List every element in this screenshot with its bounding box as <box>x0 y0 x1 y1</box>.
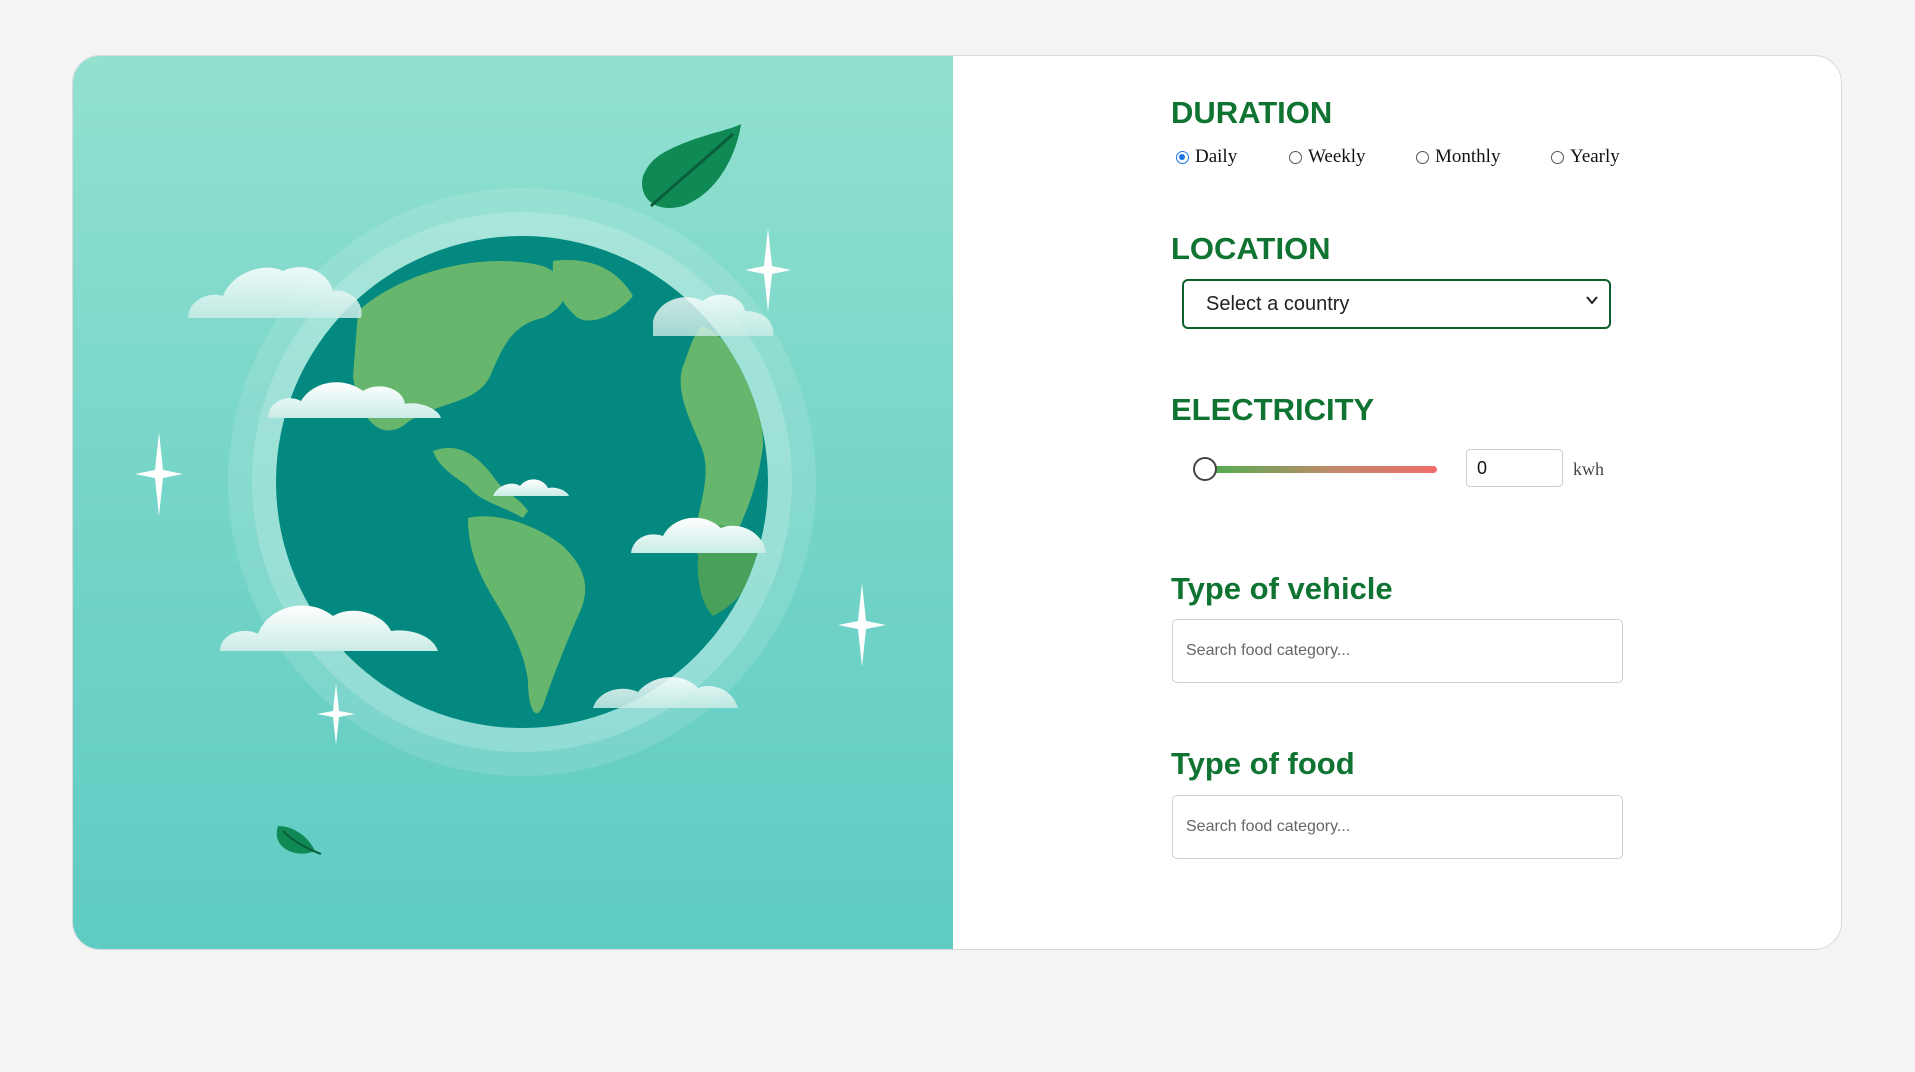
earth-illustration-panel <box>73 56 953 949</box>
electricity-value-input[interactable]: 0 <box>1466 449 1563 487</box>
radio-yearly-circle[interactable] <box>1551 150 1564 164</box>
radio-yearly[interactable]: Yearly <box>1551 146 1620 168</box>
radio-monthly-circle[interactable] <box>1416 150 1429 164</box>
electricity-unit: kwh <box>1573 459 1604 479</box>
electricity-slider-thumb[interactable] <box>1193 457 1217 481</box>
country-select[interactable]: Select a country <box>1182 279 1611 329</box>
radio-weekly-circle[interactable] <box>1289 150 1302 164</box>
food-title: Type of food <box>1171 746 1355 781</box>
electricity-slider[interactable] <box>1193 457 1445 481</box>
radio-daily-label: Daily <box>1195 146 1238 167</box>
vehicle-title: Type of vehicle <box>1171 571 1393 606</box>
earth-illustration <box>135 124 886 855</box>
radio-monthly-label: Monthly <box>1435 146 1501 167</box>
electricity-slider-track <box>1205 466 1437 473</box>
radio-weekly-label: Weekly <box>1308 146 1366 167</box>
location-title: LOCATION <box>1171 231 1331 266</box>
vehicle-search-input[interactable] <box>1172 619 1623 683</box>
chevron-down-icon <box>1586 296 1598 305</box>
radio-yearly-label: Yearly <box>1570 146 1620 167</box>
duration-title: DURATION <box>1171 95 1333 130</box>
country-select-value: Select a country <box>1206 292 1350 315</box>
radio-weekly[interactable]: Weekly <box>1289 146 1366 168</box>
electricity-title: ELECTRICITY <box>1171 392 1375 427</box>
radio-daily-circle[interactable] <box>1176 150 1189 164</box>
radio-daily[interactable]: Daily <box>1176 146 1237 168</box>
radio-monthly[interactable]: Monthly <box>1416 146 1500 168</box>
food-search-input[interactable] <box>1172 795 1623 859</box>
